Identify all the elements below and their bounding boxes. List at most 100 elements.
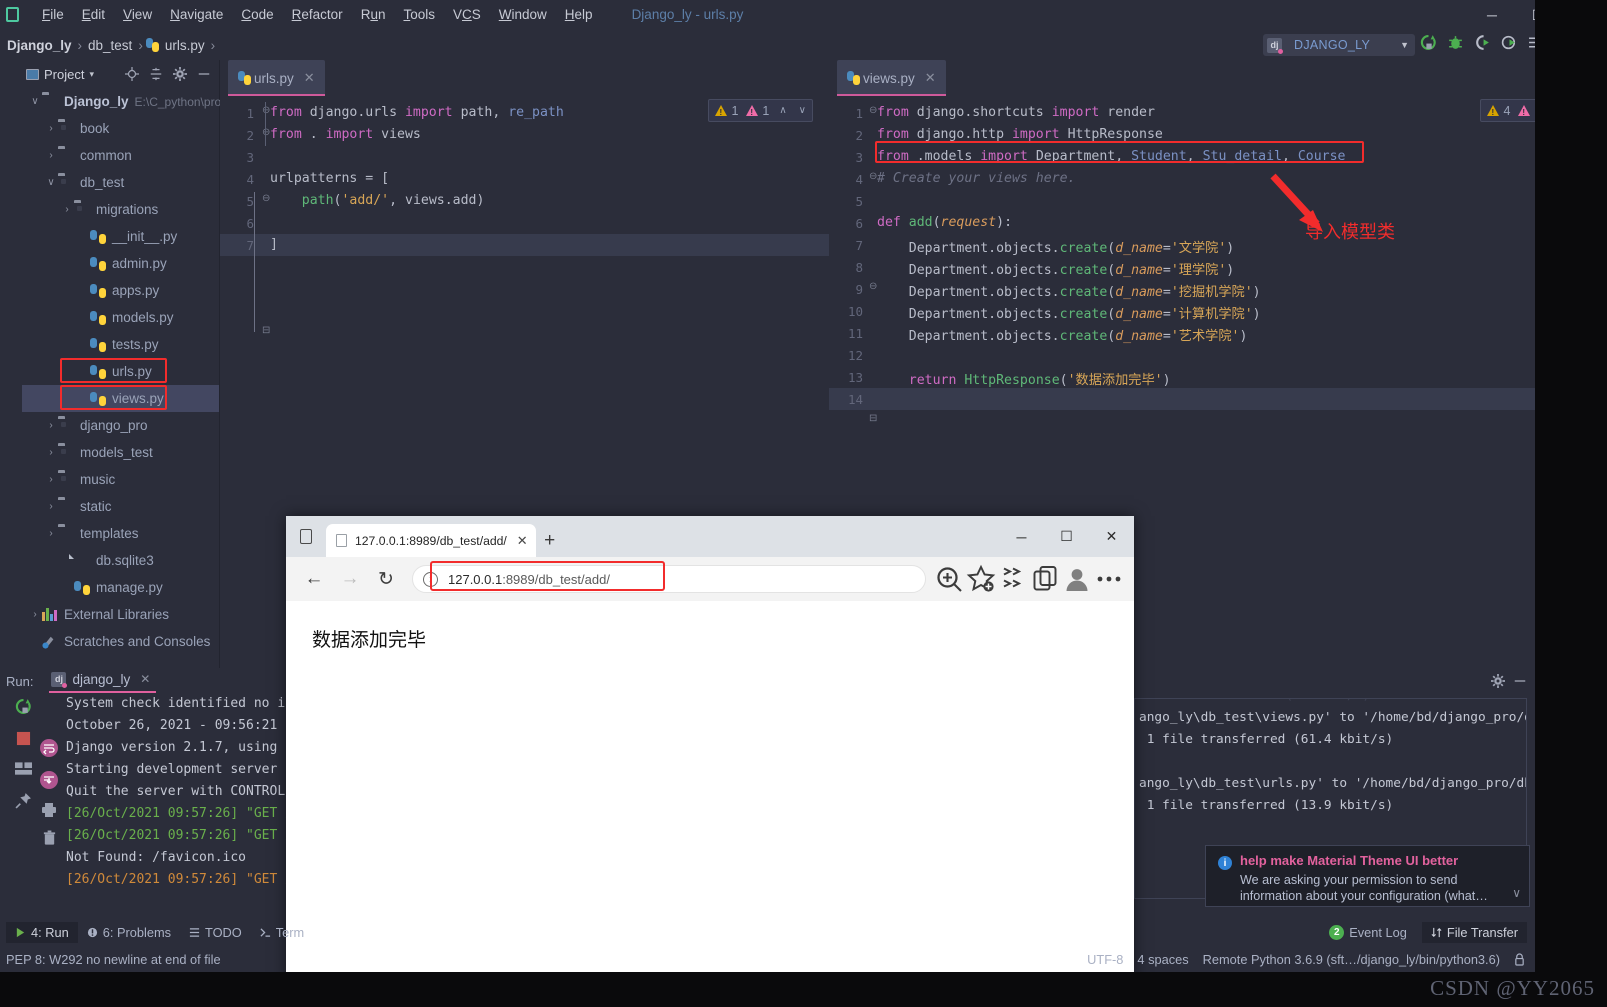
print-icon[interactable] [41,802,57,818]
chevron-down-icon[interactable]: ∨ [799,105,806,116]
notification-popup[interactable]: i help make Material Theme UI better We … [1205,845,1530,907]
tree-expand-arrow[interactable]: › [44,474,58,485]
code-line[interactable]: Department.objects.create(d_name='理学院') [877,259,1234,278]
tree-expand-arrow[interactable]: › [44,501,58,512]
soft-wrap-icon[interactable] [39,738,59,758]
tab-problems[interactable]: 6: Problems [78,922,180,943]
tree-item-tests-py[interactable]: tests.py [22,331,219,358]
tree-item-templates[interactable]: › templates [22,520,219,547]
favorite-icon[interactable] [966,564,996,594]
tree-expand-arrow[interactable]: › [44,123,58,134]
tree-item-db-sqlite3[interactable]: db.sqlite3 [22,547,219,574]
debug-icon[interactable] [1447,34,1464,51]
tab-urls-py[interactable]: urls.py ✕ [228,60,325,96]
chevron-down-icon[interactable]: ▾ [89,69,94,80]
run-icon[interactable] [1420,34,1437,51]
more-icon[interactable] [1094,564,1124,594]
tree-expand-arrow[interactable]: ∨ [28,96,42,107]
chevron-up-icon[interactable]: ∧ [779,105,786,116]
tab-file-transfer[interactable]: File Transfer [1421,921,1527,943]
run-tab-django-ly[interactable]: dj django_ly ✕ [49,671,157,693]
close-icon[interactable]: ✕ [304,70,315,86]
code-line[interactable]: from . import views [270,127,421,142]
menu-run[interactable]: Run [352,4,395,25]
inspection-widget-left[interactable]: 1 1 ∧ ∨ [708,99,813,122]
tree-item-manage-py[interactable]: manage.py [22,574,219,601]
run-coverage-icon[interactable] [1474,34,1491,51]
forward-button[interactable]: → [332,561,368,597]
tree-item-music[interactable]: › music [22,466,219,493]
fold-marker-icon[interactable]: ⊟ [262,325,270,336]
browser-maximize-button[interactable]: ☐ [1044,520,1089,553]
left-strip-project-tab[interactable] [0,60,6,72]
status-indent[interactable]: 4 spaces [1137,952,1188,967]
code-line[interactable]: def add(request): [877,215,1012,230]
code-line[interactable]: Department.objects.create(d_name='计算机学院'… [877,303,1261,322]
tab-todo[interactable]: TODO [180,922,251,943]
tree-item--init-py[interactable]: __init__.py [22,223,219,250]
profile-icon[interactable] [1501,34,1518,51]
menu-edit[interactable]: Edit [73,4,114,25]
code-line[interactable]: Department.objects.create(d_name='艺术学院') [877,325,1248,344]
zoom-icon[interactable] [934,564,964,594]
browser-tab-actions-icon[interactable] [286,516,326,557]
browser-close-button[interactable]: ✕ [1089,520,1134,553]
tree-item-django-ly[interactable]: ∨ Django_ly E:\C_python\project\l [22,88,246,115]
code-line[interactable]: # Create your views here. [877,171,1076,186]
code-line[interactable]: from .models import Department, Student,… [877,149,1346,164]
tab-views-py[interactable]: views.py ✕ [837,60,946,96]
menu-navigate[interactable]: Navigate [161,4,232,25]
menu-help[interactable]: Help [556,4,602,25]
code-line[interactable]: from django.urls import path, re_path [270,105,564,120]
collections-icon[interactable] [998,564,1028,594]
code-line[interactable]: Department.objects.create(d_name='文学院') [877,237,1234,256]
scroll-to-end-icon[interactable] [39,770,59,790]
tree-expand-arrow[interactable]: › [44,528,58,539]
reload-button[interactable]: ↻ [368,561,404,597]
close-icon[interactable]: ✕ [140,672,150,686]
tree-item-book[interactable]: › book [22,115,219,142]
menu-refactor[interactable]: Refactor [283,4,352,25]
code-line[interactable]: ] [270,237,278,252]
status-interpreter[interactable]: Remote Python 3.6.9 (sft…/django_ly/bin/… [1203,952,1500,967]
menu-vcs[interactable]: VCS [444,4,490,25]
minimize-button[interactable]: ─ [1469,0,1515,30]
tree-item-urls-py[interactable]: urls.py [22,358,219,385]
add-tab-icon[interactable] [1030,564,1060,594]
run-configuration-selector[interactable]: dj DJANGO_LY ▼ [1263,34,1415,56]
code-line[interactable]: return HttpResponse('数据添加完毕') [877,369,1171,388]
breadcrumb-folder[interactable]: db_test [85,38,135,53]
tree-item-migrations[interactable]: › migrations [22,196,219,223]
tab-terminal[interactable]: Term [251,922,313,943]
menu-tools[interactable]: Tools [394,4,444,25]
new-tab-button[interactable]: + [536,524,564,557]
tree-item-django-pro[interactable]: › django_pro [22,412,219,439]
menu-view[interactable]: View [114,4,161,25]
tree-item-scratches-and-consoles[interactable]: Scratches and Consoles [22,628,219,655]
breadcrumb-file[interactable]: urls.py [162,38,208,53]
rerun-icon[interactable] [15,698,32,715]
tree-item-db-test[interactable]: ∨ db_test [22,169,219,196]
status-encoding[interactable]: UTF-8 [1087,952,1123,967]
tree-item-models-py[interactable]: models.py [22,304,219,331]
tree-expand-arrow[interactable]: › [44,150,58,161]
back-button[interactable]: ← [296,561,332,597]
close-icon[interactable]: ✕ [517,533,528,549]
menu-code[interactable]: Code [232,4,282,25]
code-line[interactable]: from django.shortcuts import render [877,105,1155,120]
code-line[interactable]: Department.objects.create(d_name='挖掘机学院'… [877,281,1261,300]
trash-icon[interactable] [42,830,57,846]
breadcrumb-project[interactable]: Django_ly [4,38,75,53]
tree-expand-arrow[interactable]: › [60,204,74,215]
tree-item-models-test[interactable]: › models_test [22,439,219,466]
code-line[interactable]: from django.http import HttpResponse [877,127,1163,142]
code-line[interactable]: path('add/', views.add) [270,193,485,208]
fold-marker-icon[interactable]: ⊖ [262,127,270,138]
tree-item-admin-py[interactable]: admin.py [22,250,219,277]
tree-expand-arrow[interactable]: › [28,609,42,620]
tree-item-common[interactable]: › common [22,142,219,169]
layout-icon[interactable] [14,762,32,776]
stop-icon[interactable] [16,731,31,746]
chevron-down-icon[interactable]: ∨ [1512,886,1521,900]
fold-marker-icon[interactable]: ⊖ [262,193,270,204]
